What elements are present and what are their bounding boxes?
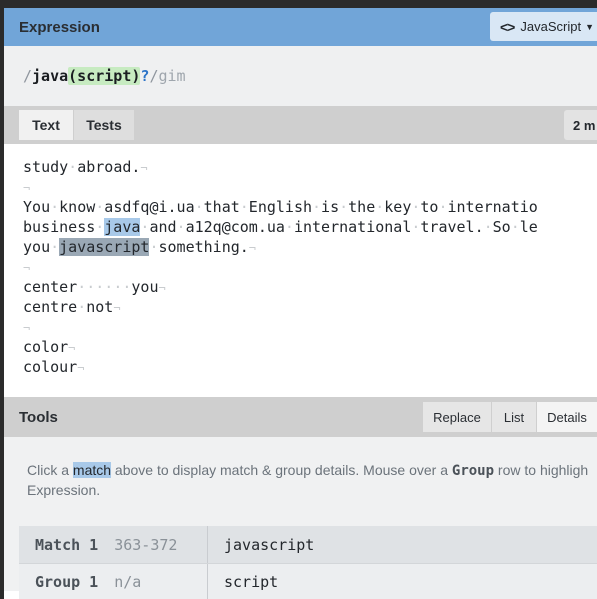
help-suffix: row to highligh <box>494 462 589 478</box>
text-line: centre·not¬ <box>23 298 121 316</box>
help-line-2: Expression. <box>27 482 101 498</box>
line-end-marker: ¬ <box>140 161 148 175</box>
whitespace-marker: · <box>95 218 105 236</box>
whitespace-marker: · <box>50 198 60 216</box>
text-line: you·javascript·something.¬ <box>23 238 257 256</box>
line-end-marker: ¬ <box>113 301 121 315</box>
whitespace-marker: · <box>149 238 159 256</box>
whitespace-marker: · <box>438 198 448 216</box>
expression-input[interactable]: / java (script)? / gim <box>4 46 597 106</box>
text-line: ¬ <box>23 177 597 197</box>
group-value: script <box>224 573 279 591</box>
whitespace-marker: · <box>411 218 421 236</box>
regex-close-slash: / <box>149 67 159 85</box>
text-line: study·abroad.¬ <box>23 158 148 176</box>
regex-open-slash: / <box>23 67 33 85</box>
regex-capture-group: (script) <box>68 67 141 85</box>
tools-title: Tools <box>19 408 58 426</box>
whitespace-marker: · <box>284 218 294 236</box>
text-line: center······you¬ <box>23 278 166 296</box>
whitespace-marker: · <box>375 198 385 216</box>
tab-details[interactable]: Details <box>537 402 597 432</box>
help-middle: above to display match & group details. … <box>111 462 452 478</box>
caret-down-icon: ▼ <box>585 21 594 32</box>
group-range: n/a <box>114 573 142 591</box>
line-end-marker: ¬ <box>248 241 257 255</box>
line-end-marker: ¬ <box>23 321 31 335</box>
regex-literal: java <box>32 67 69 85</box>
whitespace-marker: · <box>104 278 114 296</box>
regex-quantifier: ? <box>140 67 150 85</box>
details-panel: Click a match above to display match & g… <box>4 437 597 599</box>
whitespace-marker: · <box>95 198 105 216</box>
line-end-marker: ¬ <box>158 281 166 295</box>
whitespace-marker: · <box>176 218 186 236</box>
whitespace-marker: · <box>86 278 96 296</box>
line-end-marker: ¬ <box>23 181 31 195</box>
help-match-word: match <box>72 462 112 478</box>
text-line: colour¬ <box>23 358 85 376</box>
whitespace-marker: · <box>194 198 204 216</box>
details-table: Match 1 363-372 javascript Group 1 n/a s… <box>19 526 597 599</box>
text-line: ¬ <box>23 317 597 337</box>
tab-text[interactable]: Text <box>19 110 73 140</box>
help-prefix: Click a <box>27 462 73 478</box>
text-line: You·know·asdfq@i.ua·that·English·is·the·… <box>23 198 538 216</box>
details-row-header: Match 1 363-372 <box>19 526 208 563</box>
match-label: Match 1 <box>35 535 99 554</box>
line-end-marker: ¬ <box>68 341 76 355</box>
whitespace-marker: · <box>95 278 105 296</box>
whitespace-marker: · <box>483 218 493 236</box>
expression-header: Expression <> JavaScript ▼ <box>4 8 597 46</box>
line-end-marker: ¬ <box>23 261 31 275</box>
whitespace-marker: · <box>339 198 349 216</box>
whitespace-marker: · <box>50 238 60 256</box>
match-count-badge: 2 m <box>564 110 597 140</box>
test-text-editor[interactable]: study·abroad.¬ ¬ You·know·asdfq@i.ua·that·… <box>4 144 597 397</box>
text-tabbar: Text Tests 2 m <box>4 106 597 144</box>
match-value: javascript <box>224 535 315 554</box>
details-help-text: Click a match above to display match & g… <box>4 461 597 500</box>
whitespace-marker: · <box>411 198 421 216</box>
whitespace-marker: · <box>68 158 78 176</box>
tab-list[interactable]: List <box>492 402 536 432</box>
whitespace-marker: · <box>312 198 322 216</box>
tab-replace[interactable]: Replace <box>423 402 491 432</box>
line-end-marker: ¬ <box>77 361 85 375</box>
text-line: ¬ <box>23 257 597 277</box>
tools-header: Tools Replace List Details <box>4 397 597 437</box>
text-line: color¬ <box>23 338 76 356</box>
regex-flags[interactable]: gim <box>158 67 185 85</box>
code-brackets-icon: <> <box>500 18 515 35</box>
whitespace-marker: · <box>77 298 87 316</box>
whitespace-marker: · <box>77 278 87 296</box>
text-line: business·java·and·a12q@com.ua·internatio… <box>23 218 538 236</box>
regex-editor-app: Expression <> JavaScript ▼ / java (script)… <box>4 8 597 599</box>
expression-title: Expression <box>19 18 100 36</box>
group-label: Group 1 <box>35 573 99 591</box>
flavor-label: JavaScript <box>520 19 582 34</box>
whitespace-marker: · <box>122 278 132 296</box>
details-row-header: Group 1 n/a <box>19 564 208 599</box>
match-range: 363-372 <box>114 535 178 554</box>
match-highlight[interactable]: javascript <box>59 238 150 256</box>
whitespace-marker: · <box>140 218 150 236</box>
details-row-group[interactable]: Group 1 n/a script <box>19 563 597 599</box>
tab-tests[interactable]: Tests <box>74 110 134 140</box>
whitespace-marker: · <box>113 278 123 296</box>
match-highlight[interactable]: java <box>104 218 141 236</box>
whitespace-marker: · <box>510 218 520 236</box>
whitespace-marker: · <box>239 198 249 216</box>
help-group-word: Group <box>451 463 495 479</box>
details-row-match[interactable]: Match 1 363-372 javascript <box>19 526 597 563</box>
flavor-dropdown-button[interactable]: <> JavaScript ▼ <box>490 12 597 41</box>
